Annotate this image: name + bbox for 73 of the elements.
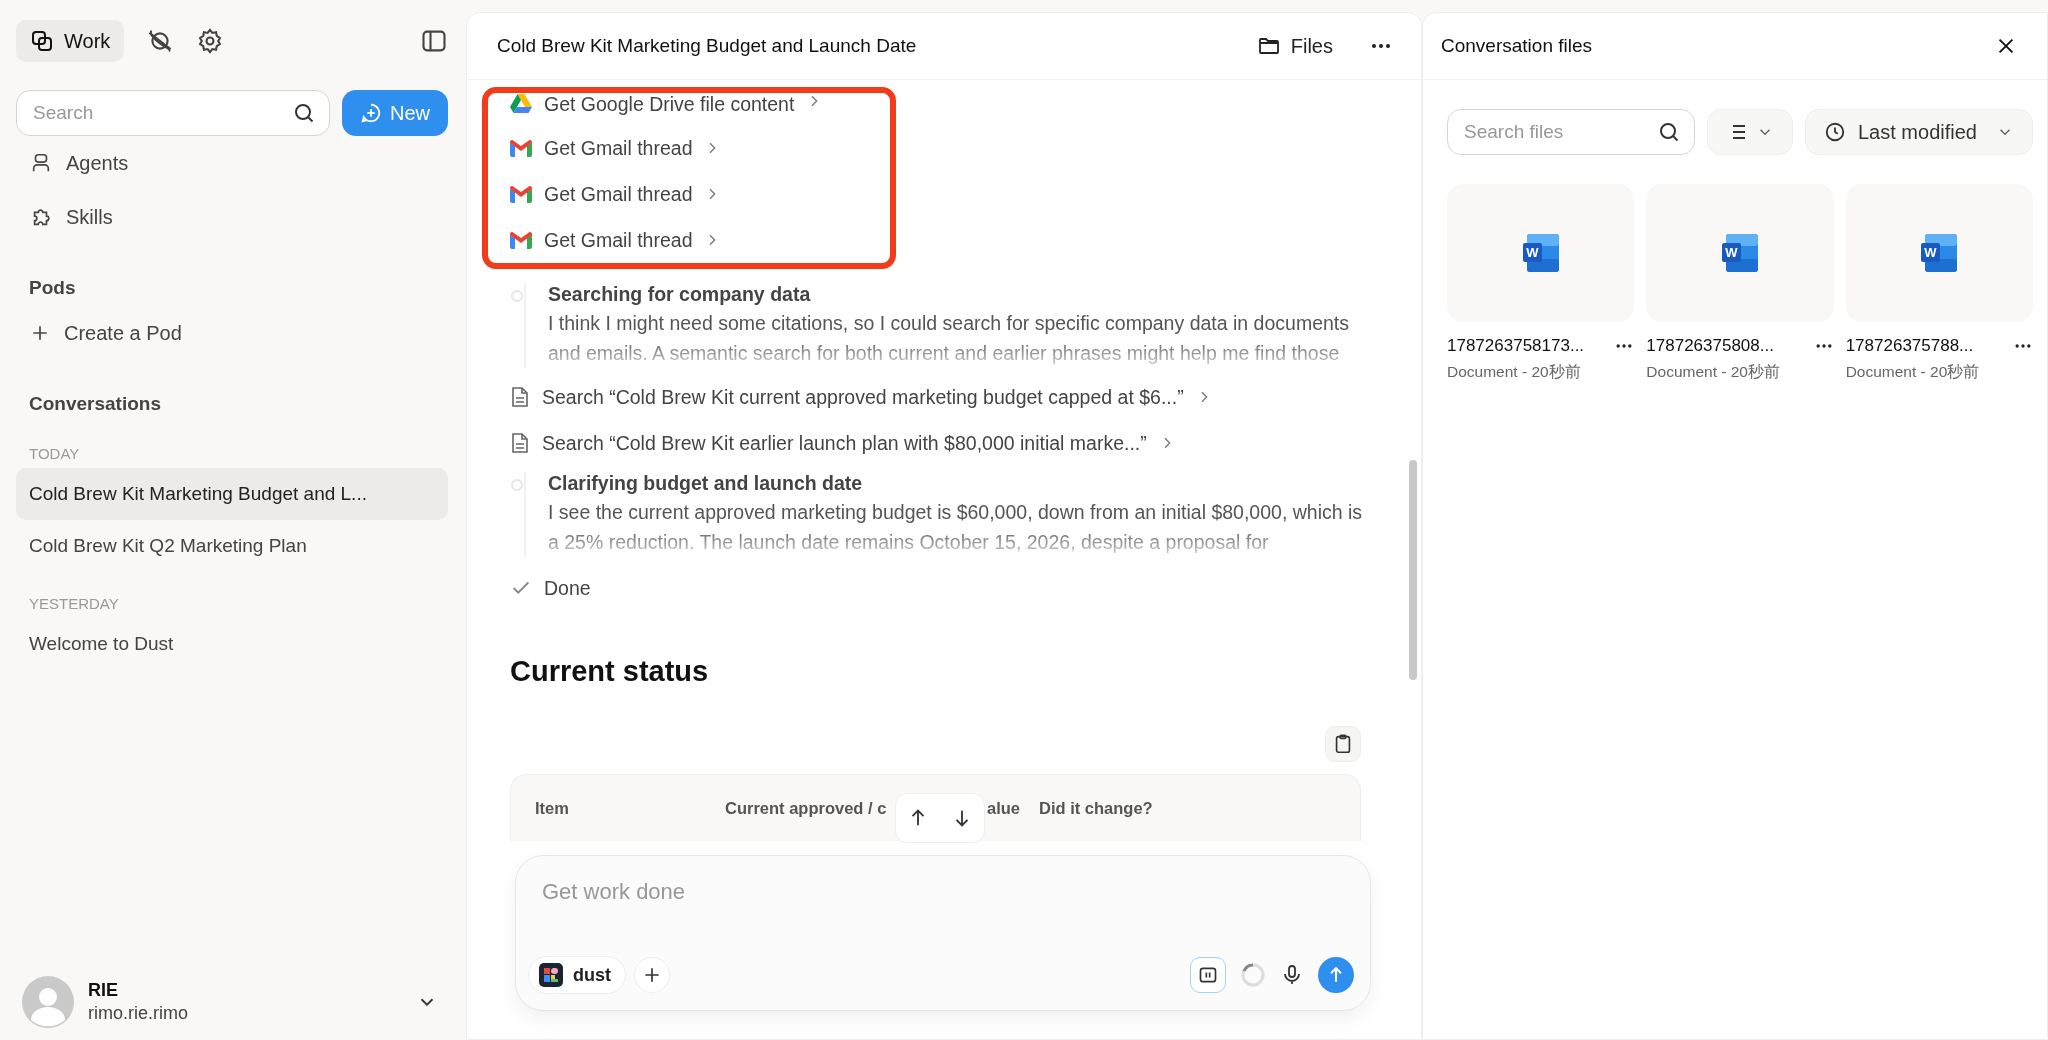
tool-call-item[interactable]: Get Gmail thread	[510, 171, 890, 217]
document-icon	[510, 386, 530, 408]
tool-call-item[interactable]: Get Gmail thread	[510, 217, 890, 263]
nav-label: Agents	[66, 151, 129, 175]
conversation-title: Cold Brew Kit Marketing Budget and Launch Date	[497, 35, 917, 57]
file-thumbnail[interactable]: W	[1646, 184, 1834, 322]
date-group-label: TODAY	[28, 443, 81, 464]
section-title: Pods	[28, 276, 77, 300]
file-thumbnail[interactable]: W	[1447, 184, 1635, 322]
spinner-icon	[1240, 962, 1266, 988]
scrollbar[interactable]	[1409, 460, 1417, 680]
search-field[interactable]: Search files	[1447, 109, 1695, 155]
thought-title: Searching for company data	[548, 283, 812, 306]
file-meta: Document - 20秒前	[1447, 362, 1582, 382]
section-heading: Current status	[510, 655, 710, 688]
column-header: Current approved / c	[725, 798, 888, 818]
mail-icon	[510, 139, 532, 157]
robot-icon	[30, 152, 52, 174]
copy-button[interactable]	[1325, 726, 1361, 762]
tool-call-item[interactable]: Search “Cold Brew Kit current approved marketing budget capped at $6...”	[510, 374, 1361, 420]
column-header: Did it change?	[1039, 798, 1153, 818]
nav-item[interactable]: Agents	[16, 136, 448, 190]
pause-icon	[1198, 965, 1218, 985]
clock-icon	[1824, 121, 1846, 143]
file-meta: Document - 20秒前	[1646, 362, 1781, 382]
files-button[interactable]: Files	[1250, 33, 1339, 59]
squares-icon	[30, 29, 54, 53]
nav-item[interactable]: Skills	[16, 190, 448, 244]
create-pod-item[interactable]: Create a Pod	[16, 306, 448, 360]
section-title: Conversations	[28, 392, 162, 416]
message-input[interactable]: Get work done	[540, 878, 1354, 906]
conversation-item[interactable]: Cold Brew Kit Q2 Marketing Plan	[16, 520, 448, 572]
thought-text: I see the current approved marketing budget is $60,000, down from an initial $80,000, which is a 25% reduction. The launch date remains October 15, 2026, despite a proposal for	[548, 500, 1364, 555]
file-name: 178726375788...	[1845, 336, 1974, 356]
mail-icon	[510, 231, 532, 249]
file-name: 1787263758173...	[1447, 336, 1585, 356]
avatar-icon	[22, 976, 74, 1028]
drive-icon	[510, 93, 532, 113]
add-button[interactable]	[634, 957, 670, 993]
nav-label: Skills	[66, 205, 113, 229]
agent-chip[interactable]: dust	[528, 956, 626, 994]
file-meta: Document - 20秒前	[1845, 362, 1981, 382]
column-header: Item	[535, 798, 570, 818]
file-name: 178726375808...	[1646, 336, 1774, 356]
plus-icon	[642, 965, 662, 985]
tool-call-item[interactable]: Search “Cold Brew Kit earlier launch plan with $80,000 initial marke...”	[510, 420, 1361, 466]
column-header: alue	[987, 798, 1022, 818]
tool-call-item[interactable]: Get Gmail thread	[510, 125, 890, 171]
search-field[interactable]: Search	[16, 90, 330, 136]
user-handle: rimo.rie.rimo	[88, 1003, 188, 1024]
create-pod-label: Create a Pod	[64, 321, 182, 345]
search-icon	[1657, 120, 1681, 144]
file-thumbnail[interactable]: W	[1845, 184, 2033, 322]
user-name: RIE	[88, 980, 119, 1001]
tool-call-item[interactable]: Get Google Drive file content	[510, 93, 890, 125]
logo-icon	[539, 963, 563, 987]
chat-plus-icon	[360, 102, 382, 124]
send-button[interactable]	[1318, 957, 1354, 993]
search-icon	[292, 101, 316, 125]
work-tab[interactable]: Work	[16, 20, 125, 62]
thought-title: Clarifying budget and launch date	[548, 472, 864, 495]
conversation-item[interactable]: Welcome to Dust	[16, 618, 448, 670]
thought-text: I think I might need some citations, so I could search for specific company data in documents and emails. A semantic search for both current and earlier phrases might help me find those	[548, 311, 1350, 366]
date-group-label: YESTERDAY	[28, 593, 120, 614]
document-icon	[510, 432, 530, 454]
conversation-item[interactable]: Cold Brew Kit Marketing Budget and L...	[16, 468, 448, 520]
mail-icon	[510, 185, 532, 203]
view-dropdown[interactable]	[1707, 109, 1793, 155]
plus-icon	[30, 323, 50, 343]
sort-dropdown[interactable]: Last modified	[1805, 109, 2033, 155]
pause-button[interactable]	[1190, 957, 1226, 993]
done-label: Done	[544, 576, 591, 600]
panel-title: Conversation files	[1441, 35, 1593, 57]
